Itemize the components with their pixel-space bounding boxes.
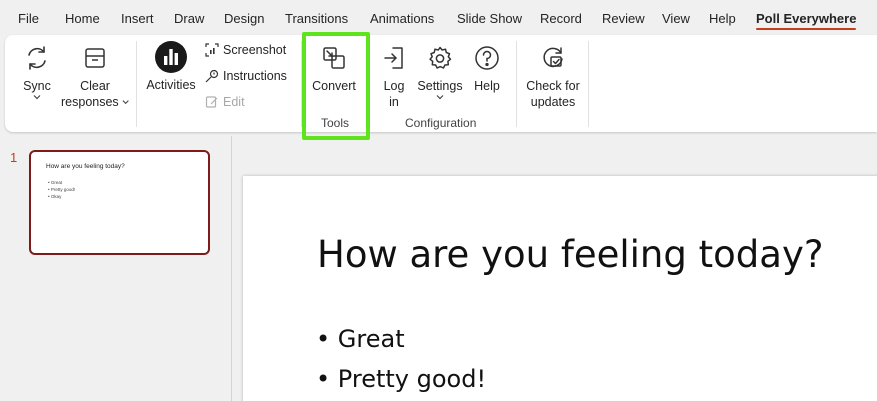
convert-label: Convert — [312, 79, 356, 93]
group-label-tools: Tools — [321, 116, 350, 130]
settings-label: Settings — [417, 79, 463, 93]
settings-button[interactable]: Settings — [417, 45, 463, 100]
edit-icon — [205, 96, 218, 108]
thumbnail-bullet: Okay — [50, 194, 62, 199]
poll-everywhere-logo-icon — [155, 41, 187, 73]
tab-draw[interactable]: Draw — [174, 11, 204, 26]
slide-thumbnail[interactable]: How are you feeling today? • Great • Pre… — [29, 150, 210, 255]
login-label-line1: Log — [383, 79, 405, 93]
tab-slide-show[interactable]: Slide Show — [457, 11, 522, 26]
sign-in-icon — [384, 47, 403, 69]
tab-file[interactable]: File — [18, 11, 39, 26]
help-button[interactable]: Help — [469, 45, 505, 94]
help-label: Help — [474, 79, 500, 93]
chevron-down-icon — [33, 95, 41, 100]
edit-label: Edit — [223, 95, 245, 109]
pane-divider — [231, 136, 232, 401]
ribbon-separator — [516, 41, 517, 127]
ribbon-separator — [301, 41, 302, 127]
tab-review[interactable]: Review — [602, 11, 645, 26]
group-label-configuration: Configuration — [405, 116, 477, 130]
slide-bullet[interactable]: Pretty good! — [316, 359, 486, 399]
slide-canvas[interactable]: How are you feeling today? Great Pretty … — [243, 176, 877, 401]
tab-help[interactable]: Help — [709, 11, 736, 26]
clear-label-line1: Clear — [80, 79, 110, 93]
check-for-updates-button[interactable]: Check for updates — [523, 45, 583, 110]
check-label-line1: Check for — [526, 79, 580, 93]
ribbon-tab-bar: File Home Insert Draw Design Transitions… — [0, 0, 877, 36]
ribbon-separator — [588, 41, 589, 127]
tab-record[interactable]: Record — [540, 11, 582, 26]
activities-label: Activities — [146, 78, 196, 92]
archive-box-icon — [85, 48, 105, 68]
login-button[interactable]: Log in — [377, 45, 411, 110]
screenshot-button[interactable]: Screenshot — [205, 43, 286, 57]
thumbnail-bullet: Pretty good! — [50, 187, 76, 192]
instructions-label: Instructions — [223, 69, 287, 83]
clear-responses-button[interactable]: Clear responses — [61, 45, 129, 110]
gear-icon — [429, 46, 452, 69]
sync-icon — [28, 46, 46, 70]
tab-transitions[interactable]: Transitions — [285, 11, 348, 26]
login-label-line2: in — [389, 95, 399, 109]
thumbnail-bullet: Great — [50, 180, 63, 185]
slide-bullet[interactable]: Great — [316, 319, 486, 359]
instructions-icon — [205, 69, 219, 83]
ribbon-panel: Sync Clear responses Activities Screensh… — [5, 35, 877, 132]
slide-title[interactable]: How are you feeling today? — [317, 233, 823, 276]
chevron-down-icon — [122, 100, 129, 105]
clear-label-line2: responses — [61, 95, 119, 109]
tab-view[interactable]: View — [662, 11, 690, 26]
slide-number: 1 — [10, 150, 18, 165]
edit-button[interactable]: Edit — [205, 95, 245, 109]
thumbnail-title: How are you feeling today? — [46, 163, 125, 170]
check-label-line2: updates — [530, 95, 576, 109]
ribbon-separator — [136, 41, 137, 127]
tab-design[interactable]: Design — [224, 11, 264, 26]
instructions-button[interactable]: Instructions — [205, 69, 287, 83]
tab-home[interactable]: Home — [65, 11, 100, 26]
question-circle-icon — [475, 46, 499, 70]
screenshot-label: Screenshot — [223, 43, 287, 57]
chevron-down-icon — [436, 95, 444, 100]
sync-button[interactable]: Sync — [15, 45, 59, 100]
refresh-check-icon — [543, 47, 563, 68]
tab-animations[interactable]: Animations — [370, 11, 434, 26]
tab-poll-everywhere[interactable]: Poll Everywhere — [756, 11, 857, 30]
convert-icon — [323, 47, 345, 69]
activities-button[interactable]: Activities — [143, 41, 199, 93]
convert-button[interactable]: Convert — [309, 45, 359, 94]
sync-label: Sync — [23, 79, 51, 93]
slide-bullet-list[interactable]: Great Pretty good! — [316, 319, 486, 399]
thumbnail-bullets: • Great • Pretty good! • Okay — [48, 180, 76, 199]
tab-insert[interactable]: Insert — [121, 11, 154, 26]
screenshot-icon — [205, 43, 219, 57]
